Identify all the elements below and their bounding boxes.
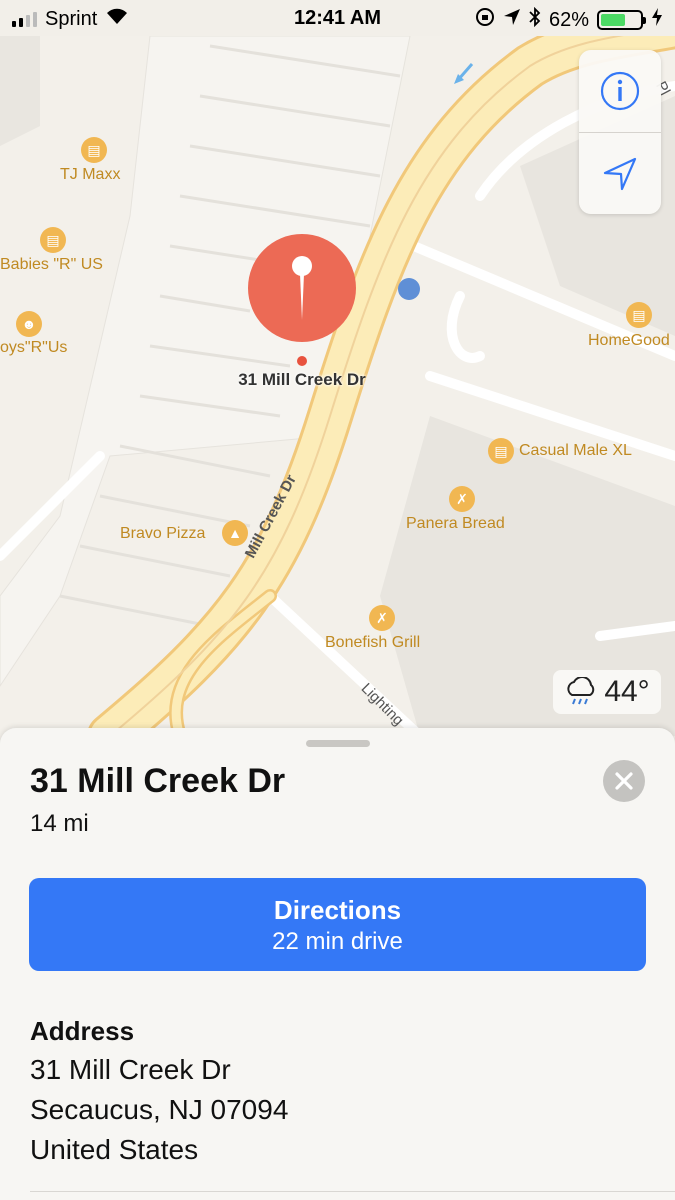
- pin-label: 31 Mill Creek Dr: [238, 370, 366, 389]
- bus-stop-icon[interactable]: [398, 278, 420, 300]
- charging-bolt-icon: [651, 7, 663, 33]
- info-button[interactable]: [579, 50, 661, 132]
- poi-label: oys"R"Us: [0, 339, 68, 356]
- place-distance: 14 mi: [30, 810, 89, 837]
- shopping-bag-icon: ▤: [626, 302, 652, 328]
- place-title: 31 Mill Creek Dr: [30, 762, 286, 800]
- pizza-icon: ▲: [222, 520, 248, 546]
- current-location-button[interactable]: [579, 133, 661, 215]
- address-line-street[interactable]: 31 Mill Creek Dr: [30, 1054, 231, 1086]
- address-line-city[interactable]: Secaucus, NJ 07094: [30, 1094, 288, 1126]
- fork-knife-icon: ✗: [449, 486, 475, 512]
- directions-eta: 22 min drive: [272, 928, 403, 955]
- address-line-country[interactable]: United States: [30, 1134, 198, 1166]
- place-card: 31 Mill Creek Dr 14 mi Directions 22 min…: [0, 728, 675, 1200]
- weather-badge[interactable]: 44°: [553, 670, 661, 714]
- location-arrow-icon: [603, 157, 637, 191]
- cloud-rain-icon: [567, 677, 595, 705]
- pushpin-icon: [292, 256, 312, 320]
- pin-location-dot: [297, 356, 307, 366]
- shopping-bag-icon: ▤: [81, 137, 107, 163]
- address-heading: Address: [30, 1016, 135, 1046]
- toy-icon: ☻: [16, 311, 42, 337]
- dropped-pin[interactable]: [248, 234, 356, 342]
- poi-label: Casual Male XL: [519, 442, 632, 459]
- poi-label: HomeGood: [588, 332, 670, 349]
- close-button[interactable]: [603, 760, 645, 802]
- directions-button[interactable]: Directions 22 min drive: [29, 878, 646, 971]
- sheet-grabber[interactable]: [306, 740, 370, 747]
- shopping-bag-icon: ▤: [488, 438, 514, 464]
- poi-label: Bravo Pizza: [120, 525, 206, 542]
- poi-label: TJ Maxx: [60, 166, 121, 183]
- info-icon: [600, 71, 640, 111]
- fork-knife-icon: ✗: [369, 605, 395, 631]
- shopping-bag-icon: ▤: [40, 227, 66, 253]
- temperature: 44°: [604, 675, 650, 708]
- poi-label: Babies "R" US: [0, 256, 103, 273]
- divider: [30, 1191, 675, 1192]
- rotation-lock-icon: [475, 7, 495, 33]
- close-icon: [615, 772, 633, 790]
- bluetooth-icon: [529, 6, 541, 33]
- map-view[interactable]: ▤ TJ Maxx ▤ Babies "R" US ☻ oys"R"Us ▤ H…: [0, 36, 675, 736]
- battery-icon: [597, 10, 646, 30]
- battery-percent: 62%: [548, 8, 589, 31]
- directions-label: Directions: [273, 895, 402, 925]
- poi-label: Panera Bread: [406, 515, 505, 532]
- status-bar: Sprint 12:41 AM 62%: [0, 0, 675, 38]
- map-controls: [579, 50, 661, 214]
- poi-label: Bonefish Grill: [325, 634, 421, 651]
- location-arrow-icon: [503, 8, 521, 32]
